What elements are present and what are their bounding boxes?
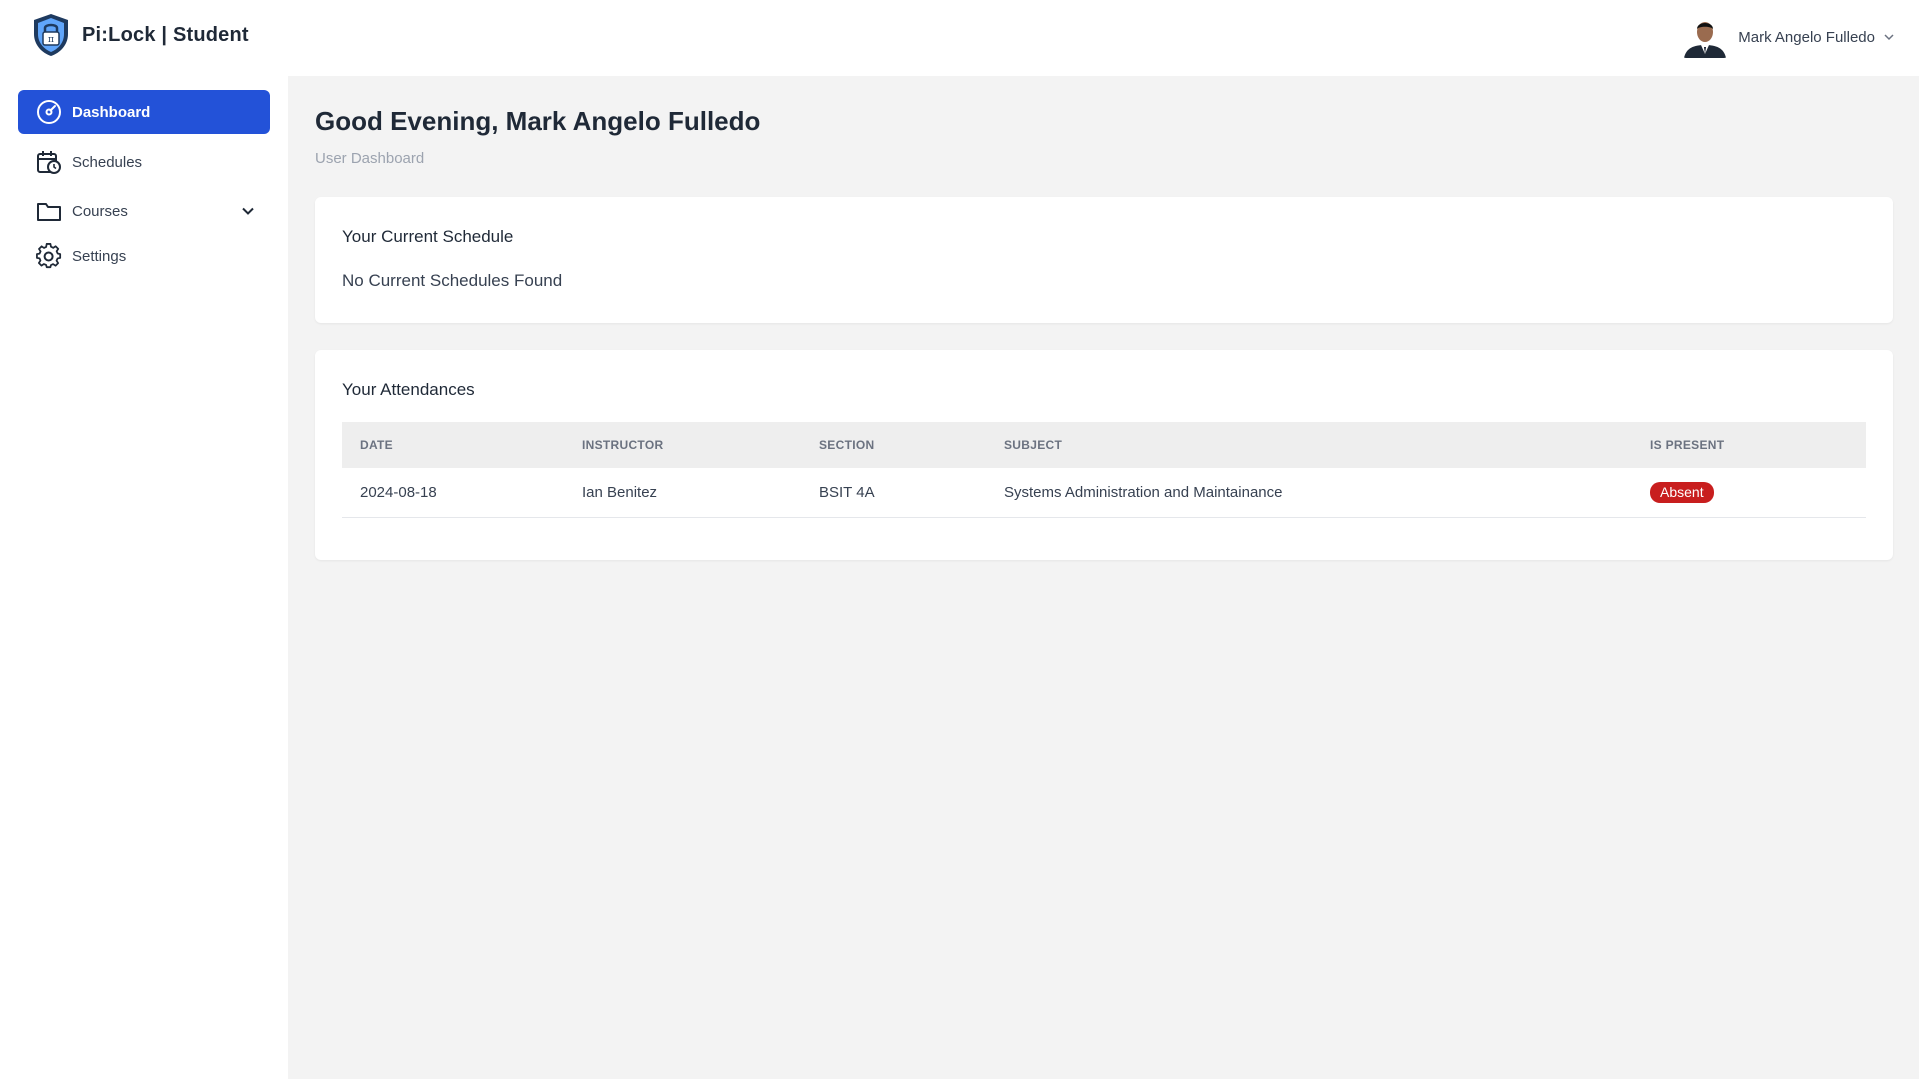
chevron-down-icon <box>1884 34 1894 41</box>
sidebar: Dashboard Schedules Courses Settings <box>0 76 288 1079</box>
cell-date: 2024-08-18 <box>360 484 437 501</box>
calendar-clock-icon <box>36 149 62 175</box>
empty-schedule-text: No Current Schedules Found <box>342 271 563 290</box>
page-title: Good Evening, Mark Angelo Fulledo <box>315 106 761 136</box>
table-header: DATE INSTRUCTOR SECTION SUBJECT IS PRESE… <box>342 422 1866 468</box>
column-header-section: SECTION <box>819 438 875 452</box>
card-title: Your Attendances <box>342 380 475 399</box>
top-bar: π Pi:Lock | Student Mark Angelo Fulledo <box>0 0 1919 76</box>
sidebar-item-courses[interactable]: Courses <box>18 189 270 233</box>
attendances-card: Your Attendances DATE INSTRUCTOR SECTION… <box>315 350 1893 560</box>
shield-lock-logo-icon: π <box>34 14 68 56</box>
page-subtitle: User Dashboard <box>315 150 425 167</box>
sidebar-item-label: Courses <box>72 202 128 220</box>
attendance-table: DATE INSTRUCTOR SECTION SUBJECT IS PRESE… <box>342 422 1866 518</box>
main-content: Good Evening, Mark Angelo Fulledo User D… <box>288 76 1919 1079</box>
status-badge: Absent <box>1650 482 1714 503</box>
current-schedule-card: Your Current Schedule No Current Schedul… <box>315 197 1893 323</box>
chevron-down-icon <box>242 207 254 215</box>
sidebar-item-label: Schedules <box>72 153 143 171</box>
sidebar-item-schedules[interactable]: Schedules <box>18 140 270 184</box>
cell-is-present: Absent <box>1650 482 1866 503</box>
user-menu[interactable]: Mark Angelo Fulledo <box>1682 16 1895 58</box>
cell-instructor: Ian Benitez <box>582 484 658 501</box>
sidebar-item-label: Dashboard <box>72 103 151 121</box>
cell-section: BSIT 4A <box>819 484 875 501</box>
brand-name: Pi:Lock | Student <box>82 23 249 46</box>
brand[interactable]: π Pi:Lock | Student <box>30 12 249 58</box>
sidebar-item-settings[interactable]: Settings <box>18 234 270 278</box>
gear-icon <box>36 243 62 269</box>
sidebar-item-label: Settings <box>72 247 127 265</box>
cell-subject: Systems Administration and Maintainance <box>1004 484 1283 501</box>
table-row: 2024-08-18 Ian Benitez BSIT 4A Systems A… <box>342 468 1866 518</box>
dashboard-gauge-icon <box>36 99 62 125</box>
sidebar-item-dashboard[interactable]: Dashboard <box>18 90 270 134</box>
card-title: Your Current Schedule <box>342 227 514 246</box>
avatar <box>1682 16 1729 58</box>
column-header-is-present: IS PRESENT <box>1650 438 1725 452</box>
column-header-subject: SUBJECT <box>1004 438 1063 452</box>
column-header-instructor: INSTRUCTOR <box>582 438 664 452</box>
column-header-date: DATE <box>360 438 393 452</box>
user-name: Mark Angelo Fulledo <box>1738 28 1875 46</box>
folder-icon <box>36 198 62 224</box>
svg-text:π: π <box>48 35 54 45</box>
